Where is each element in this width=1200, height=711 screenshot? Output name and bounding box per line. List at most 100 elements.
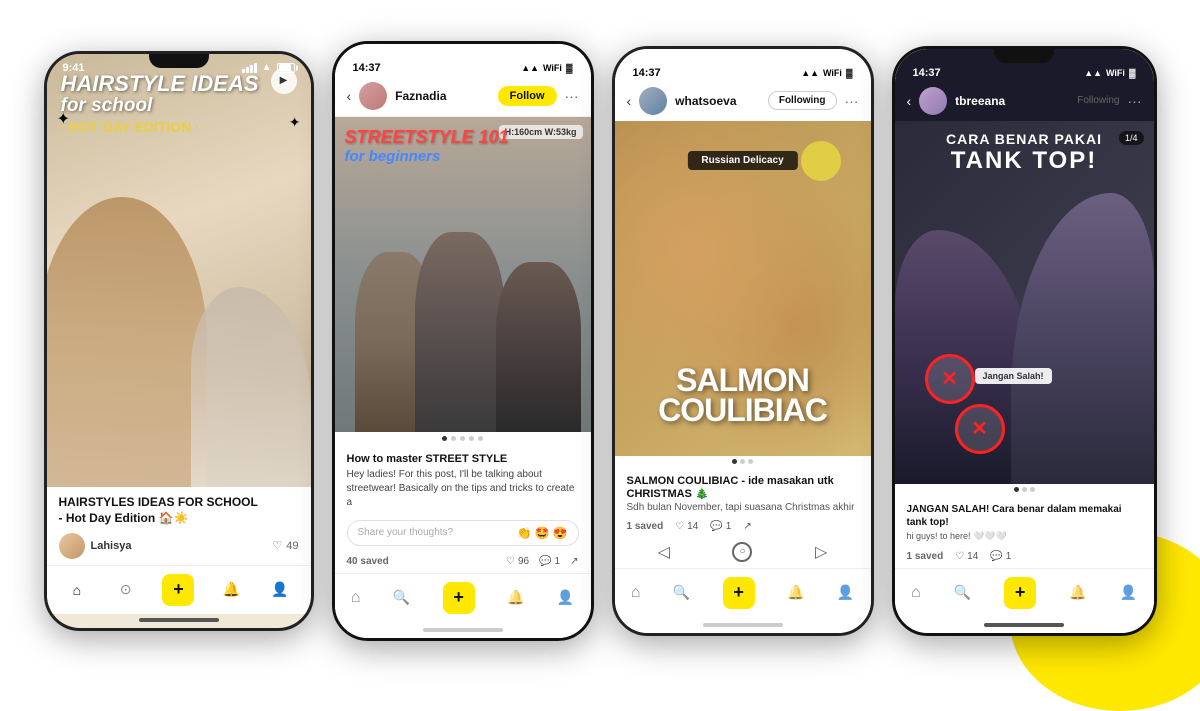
p3-caption-text: Sdh bulan November, tapi suasana Christm… (627, 502, 859, 513)
phone-1: 9:41 ▲ HA (44, 51, 314, 631)
wrong-circle-2: ✕ (955, 404, 1005, 454)
dot-5 (478, 436, 483, 441)
avatar (59, 533, 85, 559)
heart-icon: ♡ (675, 521, 684, 532)
share-icon: ↗ (743, 521, 751, 532)
follow-button[interactable]: Follow (498, 86, 557, 106)
p2-nav-bell[interactable] (507, 589, 524, 607)
p3-more[interactable]: ··· (845, 93, 859, 109)
p2-nav-add[interactable]: + (443, 582, 475, 614)
like-count[interactable]: ♡ 49 (272, 539, 298, 552)
phone1-status-icons: ▲ (242, 62, 295, 73)
p4-caption-title: JANGAN SALAH! Cara benar dalam memakai t… (907, 503, 1142, 529)
phone-4-screen: 14:37 ▲▲ WiFi ▓ ‹ tbreeana Following ···… (895, 49, 1154, 633)
nav-profile-icon[interactable]: 👤 (268, 578, 292, 602)
p4-comment-stat[interactable]: 💬 1 (990, 551, 1011, 562)
p3-saves: 1 saved (627, 521, 664, 532)
p3-dot-3 (748, 459, 753, 464)
p2-avatar (359, 82, 387, 110)
emoji-1: 👏 (517, 526, 532, 540)
heart-icon: ♡ (272, 539, 282, 552)
p4-nav-search[interactable] (954, 584, 971, 602)
p3-like-stat[interactable]: ♡ 14 (675, 521, 698, 532)
p3-next-arrow[interactable]: ▷ (815, 542, 827, 562)
nav-home-icon[interactable]: ⌂ (65, 578, 89, 602)
p2-caption-title: How to master STREET STYLE (347, 453, 579, 465)
p2-nav-profile[interactable] (557, 589, 574, 607)
p4-avatar (919, 87, 947, 115)
p3-caption-title: SALMON COULIBIAC - ide masakan utk CHRIS… (627, 475, 859, 500)
p3-bottom-controls: ◁ ○ ▷ (615, 538, 871, 568)
p3-nav-search[interactable] (673, 584, 690, 602)
heart-icon: ♡ (955, 551, 964, 562)
p2-saves: 40 saved (347, 556, 389, 567)
hairstyle-image: HAIRSTYLE IDEAS for school · HOT DAY EDI… (47, 54, 311, 488)
battery-icon (277, 63, 295, 73)
p3-nav-add[interactable]: + (723, 577, 755, 609)
share-icon: ↗ (570, 556, 578, 567)
street-title-overlay: STREETSTYLE 101 for beginners (345, 127, 581, 165)
back-arrow[interactable]: ‹ (347, 88, 352, 104)
phone2-header: ‹ Faznadia Follow ··· (335, 76, 591, 117)
phone-3: 14:37 ▲▲ WiFi ▓ ‹ whatsoeva Following ··… (612, 46, 874, 636)
p3-prev-arrow[interactable]: ◁ (658, 542, 670, 562)
p3-wifi: WiFi (823, 68, 842, 78)
dot-1 (442, 436, 447, 441)
tanktop-image: CARA BENAR PAKAI TANK TOP! 1/4 ✕ ✕ Janga… (895, 121, 1154, 484)
street-person-2 (415, 232, 505, 432)
p2-comment-stat[interactable]: 💬 1 (539, 556, 560, 567)
p2-like-stat[interactable]: ♡ 96 (506, 556, 529, 567)
p3-home-circle[interactable]: ○ (732, 542, 752, 562)
home-indicator-2 (423, 628, 503, 632)
home-indicator-3 (703, 623, 783, 627)
p3-nav-bell[interactable] (787, 584, 804, 602)
p4-nav-bell[interactable] (1069, 584, 1086, 602)
p3-share-stat[interactable]: ↗ (743, 521, 751, 532)
p3-nav-home[interactable] (631, 584, 641, 602)
more-options-button[interactable]: ··· (565, 88, 579, 104)
p4-like-stat[interactable]: ♡ 14 (955, 551, 978, 562)
phone2-signal-icon: ▲▲ (521, 63, 539, 73)
notch-4 (994, 49, 1054, 63)
emoji-2: 🤩 (535, 526, 550, 540)
p3-nav-profile[interactable] (837, 584, 854, 602)
p4-nav-add[interactable]: + (1004, 577, 1036, 609)
x-icon-2: ✕ (971, 416, 988, 441)
nav-search-icon[interactable]: ⊙ (114, 578, 138, 602)
p2-share-stat[interactable]: ↗ (570, 556, 578, 567)
p4-dot-1 (1014, 487, 1019, 492)
p4-nav-profile[interactable] (1120, 584, 1137, 602)
p4-caption-text: hi guys! to here! 🤍🤍🤍 (907, 531, 1142, 543)
p4-more[interactable]: ··· (1128, 93, 1142, 109)
p2-comment-input[interactable]: Share your thoughts? 👏 🤩 😍 (347, 520, 579, 546)
following-button[interactable]: Following (768, 91, 837, 110)
p3-comment-stat[interactable]: 💬 1 (710, 521, 731, 532)
salmon-text-overlay: SALMON COULIBIAC (615, 365, 871, 426)
lemon-shape (801, 141, 841, 181)
dots-indicator (335, 432, 591, 445)
p3-caption: SALMON COULIBIAC - ide masakan utk CHRIS… (615, 467, 871, 517)
p2-nav-home[interactable] (351, 589, 361, 607)
p3-dots (615, 456, 871, 467)
comment-icon: 💬 (539, 556, 551, 567)
p3-username: whatsoeva (675, 94, 760, 108)
phone1-post-info: HAIRSTYLES IDEAS FOR SCHOOL - Hot Day Ed… (47, 487, 311, 564)
nav-bell-icon[interactable]: 🔔 (219, 578, 243, 602)
wifi-icon: ▲ (262, 62, 272, 73)
phone-1-screen: 9:41 ▲ HA (47, 54, 311, 628)
p4-back[interactable]: ‹ (907, 93, 912, 109)
p3-stats-row: 1 saved ♡ 14 💬 1 ↗ (615, 517, 871, 538)
p3-back[interactable]: ‹ (627, 93, 632, 109)
street-title-1: STREETSTYLE 101 (345, 127, 581, 148)
phone4-bottom-nav: + (895, 568, 1154, 619)
street-person-3 (496, 262, 581, 432)
p4-nav-home[interactable] (911, 584, 921, 602)
home-indicator-4 (984, 623, 1064, 627)
p4-stats-row: 1 saved ♡ 14 💬 1 (895, 547, 1154, 568)
comment-placeholder: Share your thoughts? (358, 527, 454, 538)
p2-nav-search[interactable] (393, 589, 410, 607)
phone-2: 14:37 ▲▲ WiFi ▓ ‹ Faznadia Follow ··· ST… (332, 41, 594, 641)
nav-add-button[interactable]: + (162, 574, 194, 606)
user-row: Lahisya ♡ 49 (59, 533, 299, 559)
p3-dot-1 (732, 459, 737, 464)
